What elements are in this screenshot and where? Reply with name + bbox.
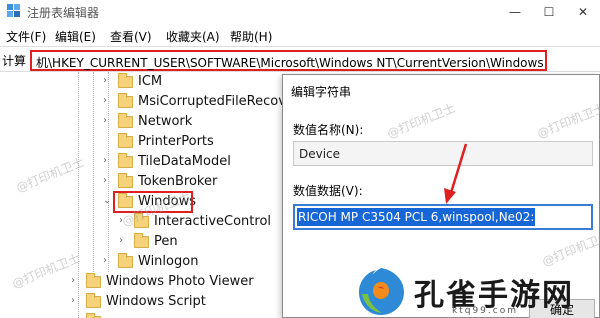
menu-bar: 文件(F) 编辑(E) 查看(V) 收藏夹(A) 帮助(H)	[0, 24, 600, 46]
tree-node-icm[interactable]: › ICM	[100, 73, 280, 91]
tree-node-label: ICM	[138, 74, 163, 89]
folder-icon	[118, 173, 133, 188]
address-path: 机\HKEY_CURRENT_USER\SOFTWARE\Microsoft\W…	[36, 56, 544, 70]
title-bar: 注册表编辑器 — ☐ ✕	[0, 0, 600, 24]
tree-node-label: Winlogon	[138, 254, 199, 269]
close-button[interactable]: ✕	[568, 2, 598, 22]
tree-node-tokenbroker[interactable]: › TokenBroker	[100, 173, 280, 191]
dialog-title: 编辑字符串	[291, 85, 352, 99]
menu-favorites[interactable]: 收藏夹(A)	[166, 28, 220, 45]
tree-node-label: TokenBroker	[138, 174, 218, 189]
expand-chevron-icon[interactable]: ›	[71, 275, 81, 286]
expand-chevron-icon[interactable]: ›	[103, 175, 113, 186]
expand-chevron-icon[interactable]: ›	[103, 155, 113, 166]
tree-node-label: Windows Script	[106, 294, 206, 309]
tree-node-label: Pen	[154, 234, 178, 249]
tree-node-windows-script[interactable]: › Windows Script	[68, 293, 283, 311]
address-bar: 计算 机\HKEY_CURRENT_USER\SOFTWARE\Microsof…	[0, 46, 600, 72]
expand-chevron-icon[interactable]: ›	[103, 95, 113, 106]
folder-icon	[118, 153, 133, 168]
maximize-button[interactable]: ☐	[534, 2, 564, 22]
tree-node-label: Windows Photo Viewer	[106, 274, 254, 289]
folder-icon	[118, 133, 133, 148]
collapse-chevron-icon[interactable]: ⌄	[103, 195, 113, 206]
tree-node-tiledatamodel[interactable]: › TileDataModel	[100, 153, 280, 171]
tree-guide-line	[93, 72, 94, 272]
folder-icon	[86, 293, 101, 308]
regedit-app-icon	[7, 4, 20, 17]
value-name-label: 数值名称(N):	[293, 123, 364, 137]
address-label: 计算	[2, 54, 27, 68]
tree-node-msicorrupted[interactable]: › MsiCorruptedFileRecove	[100, 93, 290, 111]
address-path-field[interactable]: 机\HKEY_CURRENT_USER\SOFTWARE\Microsoft\W…	[30, 50, 547, 71]
value-name-text: Device	[299, 147, 341, 161]
tree-node-printerports[interactable]: PrinterPorts	[100, 133, 280, 151]
tree-node-winlogon[interactable]: › Winlogon	[100, 253, 280, 271]
value-name-field[interactable]: Device	[293, 141, 593, 166]
tree-node-label: PrinterPorts	[138, 134, 214, 149]
tree-node-windows-photo-viewer[interactable]: › Windows Photo Viewer	[68, 273, 283, 291]
expand-chevron-icon[interactable]: ›	[119, 235, 129, 246]
peacock-logo-icon	[359, 268, 404, 315]
menu-view[interactable]: 查看(V)	[110, 28, 152, 45]
brand-badge: 孔雀手游网 ktq99.com	[354, 264, 600, 318]
tree-node-label: InteractiveControl	[154, 214, 272, 229]
registry-tree: › ICM › MsiCorruptedFileRecove › Network…	[0, 72, 290, 318]
brand-url: ktq99.com	[452, 306, 518, 316]
menu-file[interactable]: 文件(F)	[6, 28, 46, 45]
folder-icon	[134, 233, 149, 248]
folder-icon	[118, 113, 133, 128]
folder-icon	[86, 273, 101, 288]
value-data-label: 数值数据(V):	[293, 184, 363, 198]
folder-icon	[118, 253, 133, 268]
expand-chevron-icon[interactable]: ›	[71, 295, 81, 306]
tree-node-label: MsiCorruptedFileRecove	[138, 94, 290, 109]
value-data-text: RICOH MP C3504 PCL 6,winspool,Ne02:	[297, 208, 536, 226]
expand-chevron-icon[interactable]: ›	[103, 255, 113, 266]
expand-chevron-icon[interactable]: ›	[103, 115, 113, 126]
tree-node-label: TileDataModel	[138, 154, 231, 169]
tree-node-pen[interactable]: › Pen	[116, 233, 286, 251]
tree-node-network[interactable]: › Network	[100, 113, 280, 131]
tree-node-partial	[68, 313, 283, 318]
window-title: 注册表编辑器	[27, 6, 100, 20]
expand-chevron-icon[interactable]: ›	[103, 75, 113, 86]
folder-icon	[118, 93, 133, 108]
menu-help[interactable]: 帮助(H)	[230, 28, 272, 45]
minimize-button[interactable]: —	[500, 2, 530, 22]
menu-edit[interactable]: 编辑(E)	[55, 28, 96, 45]
value-data-input[interactable]: RICOH MP C3504 PCL 6,winspool,Ne02:	[293, 204, 593, 230]
tree-node-label: Network	[138, 114, 193, 129]
folder-icon	[118, 73, 133, 88]
